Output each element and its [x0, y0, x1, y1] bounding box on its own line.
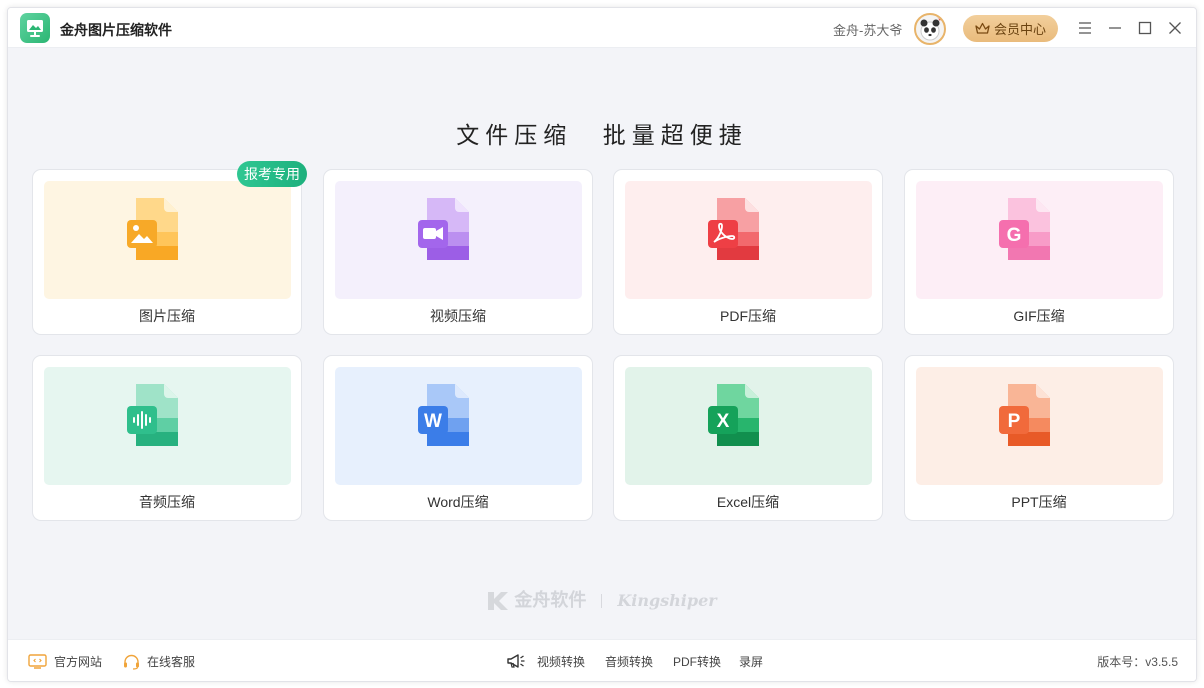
headset-icon [124, 654, 139, 670]
image-file-icon [127, 198, 178, 260]
pdf-convert-link[interactable]: PDF转换 [673, 653, 721, 670]
excel-file-icon: X [708, 384, 759, 446]
headline-right: 批量超便捷 [602, 122, 748, 148]
audio-convert-link[interactable]: 音频转换 [605, 653, 653, 670]
headline-left: 文件压缩 [456, 122, 573, 148]
watermark-en: Kingshiper [617, 591, 717, 610]
app-window: 金舟图片压缩软件 金舟-苏大爷 会员中心 文件压缩 批量超便捷 图片压缩 视频压… [7, 7, 1197, 682]
online-service-label: 在线客服 [147, 655, 196, 669]
official-website-link[interactable]: 官方网站 [28, 653, 102, 670]
exam-badge: 报考专用 [237, 161, 307, 187]
card-label: Word压缩 [427, 494, 489, 510]
promo-links [506, 653, 533, 669]
maximize-icon[interactable] [1135, 18, 1155, 38]
card-video-compress[interactable]: 视频压缩 [323, 169, 593, 335]
card-label: 音频压缩 [139, 494, 195, 510]
card-image-compress[interactable]: 图片压缩 [32, 169, 302, 335]
vip-center-label: 会员中心 [993, 22, 1046, 37]
card-label: 视频压缩 [430, 308, 486, 324]
watermark-cn: 金舟软件 [514, 590, 587, 610]
title-bar: 金舟图片压缩软件 金舟-苏大爷 会员中心 [8, 8, 1196, 48]
card-label: 图片压缩 [139, 308, 195, 324]
page-headline: 文件压缩 批量超便捷 [8, 116, 1196, 150]
card-excel-compress[interactable]: X Excel压缩 [613, 355, 883, 521]
app-title: 金舟图片压缩软件 [60, 22, 172, 38]
svg-text:X: X [717, 411, 730, 432]
footer-bar: 官方网站 在线客服 视频转换 音频转换 PDF转换 录屏 版本号：v3.5.5 [8, 639, 1196, 681]
svg-text:W: W [424, 411, 442, 432]
avatar[interactable] [914, 13, 946, 45]
card-word-compress[interactable]: W Word压缩 [323, 355, 593, 521]
brand-watermark: 金舟软件 Kingshiper [8, 586, 1196, 612]
gif-file-icon: G [999, 198, 1050, 260]
version-label: 版本号：v3.5.5 [1097, 655, 1178, 669]
card-audio-compress[interactable]: 音频压缩 [32, 355, 302, 521]
minimize-icon[interactable] [1105, 18, 1125, 38]
app-logo-icon [20, 13, 50, 43]
svg-text:G: G [1007, 225, 1022, 246]
card-pdf-compress[interactable]: PDF压缩 [613, 169, 883, 335]
pdf-file-icon [708, 198, 759, 260]
card-gif-compress[interactable]: G GIF压缩 [904, 169, 1174, 335]
monitor-icon [28, 654, 47, 669]
word-file-icon: W [418, 384, 469, 446]
card-label: GIF压缩 [1013, 308, 1065, 324]
video-file-icon [418, 198, 469, 260]
brand-logo-icon [488, 592, 509, 611]
video-convert-link[interactable]: 视频转换 [537, 653, 585, 670]
official-website-label: 官方网站 [54, 655, 103, 669]
card-label: Excel压缩 [716, 494, 780, 510]
menu-icon[interactable] [1075, 18, 1095, 38]
audio-file-icon [127, 384, 178, 446]
vip-center-button[interactable]: 会员中心 [963, 15, 1058, 42]
card-ppt-compress[interactable]: P PPT压缩 [904, 355, 1174, 521]
online-service-link[interactable]: 在线客服 [123, 653, 195, 670]
megaphone-icon [507, 654, 525, 668]
ppt-file-icon: P [999, 384, 1050, 446]
screen-record-link[interactable]: 录屏 [739, 653, 763, 670]
svg-text:P: P [1008, 411, 1021, 432]
card-label: PPT压缩 [1011, 494, 1067, 510]
user-name[interactable]: 金舟-苏大爷 [833, 20, 902, 39]
crown-icon [975, 22, 990, 34]
card-label: PDF压缩 [720, 308, 776, 324]
close-icon[interactable] [1165, 18, 1185, 38]
